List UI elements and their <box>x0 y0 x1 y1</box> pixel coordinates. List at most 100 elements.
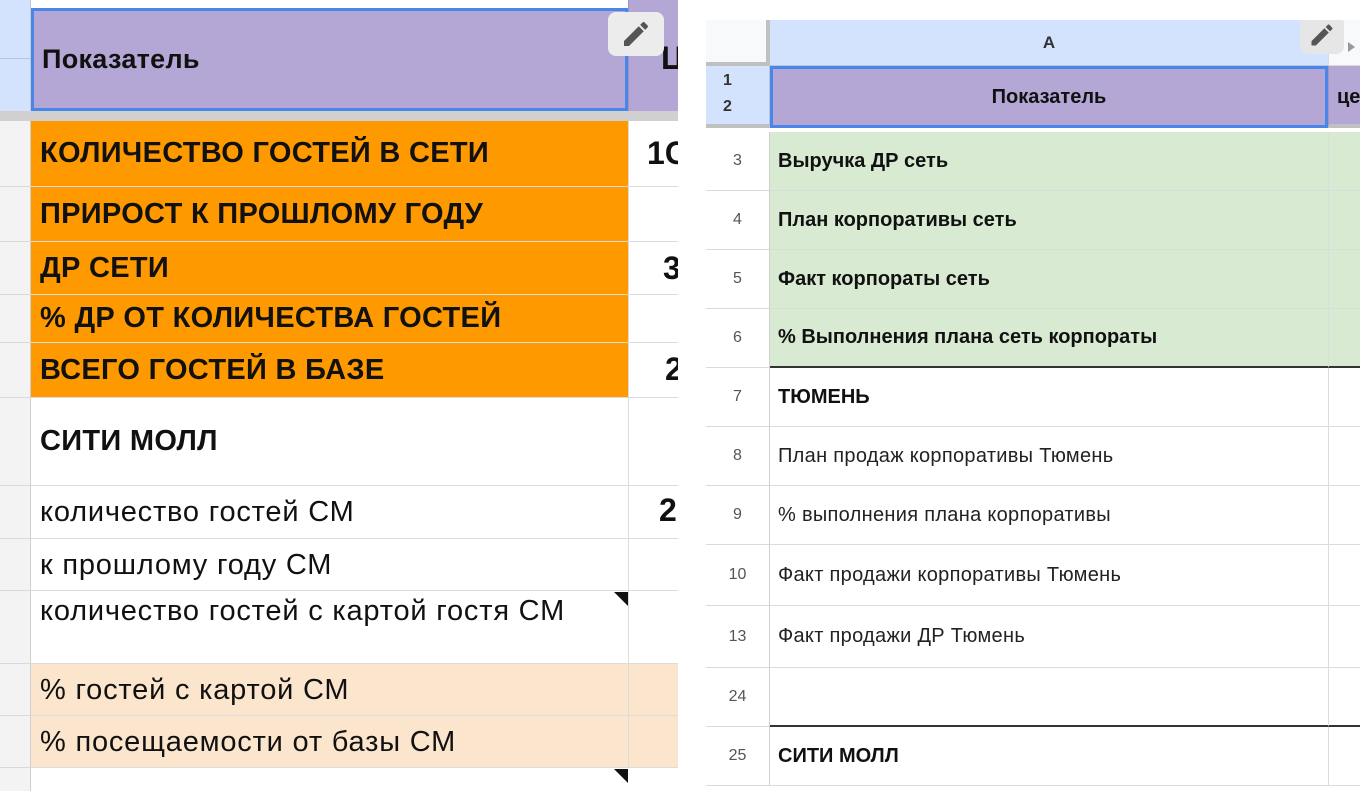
row-label: СИТИ МОЛЛ <box>778 744 899 767</box>
row-number: 2 <box>723 98 732 115</box>
note-indicator-icon[interactable] <box>614 592 628 606</box>
frozen-rows-divider[interactable] <box>0 111 678 121</box>
row-number: 24 <box>728 688 747 705</box>
next-column-cell[interactable] <box>628 664 678 716</box>
next-column-cell[interactable] <box>628 295 678 343</box>
next-column-cell[interactable] <box>1328 368 1360 427</box>
table-row[interactable]: ПРИРОСТ К ПРОШЛОМУ ГОДУ <box>31 187 628 242</box>
row-number-cell[interactable]: 5 <box>706 250 770 309</box>
row-label: % Выполнения плана сеть корпораты <box>778 326 1158 348</box>
table-row[interactable]: к прошлому году СМ <box>31 539 628 591</box>
row-header[interactable] <box>0 295 31 343</box>
table-row[interactable]: ДР СЕТИ <box>31 242 628 295</box>
next-column-cell[interactable] <box>628 591 678 664</box>
table-row[interactable]: % посещаемости от базы СМ <box>31 716 628 768</box>
row-header[interactable] <box>0 768 31 791</box>
note-indicator-icon[interactable] <box>614 769 628 783</box>
next-column-cell[interactable]: 2 <box>628 343 678 398</box>
header-cell-indicator[interactable]: Показатель <box>31 8 628 111</box>
next-column-header-partial: це <box>1337 86 1360 108</box>
table-row[interactable]: Факт продажи корпоративы Тюмень <box>770 545 1328 606</box>
row-label: ТЮМЕНЬ <box>778 385 870 408</box>
table-row[interactable]: Факт корпораты сеть <box>770 250 1328 309</box>
column-letter: A <box>1042 32 1056 52</box>
row-number-cell[interactable]: 10 <box>706 545 770 606</box>
row-header[interactable] <box>0 716 31 768</box>
edit-button[interactable] <box>1300 20 1344 54</box>
row-label: КОЛИЧЕСТВО ГОСТЕЙ В СЕТИ <box>40 137 490 169</box>
row-label: Факт продажи корпоративы Тюмень <box>778 563 1122 586</box>
next-column-cell[interactable] <box>1328 132 1360 191</box>
table-row[interactable]: % гостей с картой СМ <box>31 664 628 716</box>
row-header[interactable] <box>0 121 31 187</box>
next-column-cell[interactable]: 1С <box>628 121 678 187</box>
table-row[interactable]: % Выполнения плана сеть корпораты <box>770 309 1328 368</box>
next-column-cell[interactable] <box>628 716 678 768</box>
table-row[interactable]: План корпоративы сеть <box>770 191 1328 250</box>
row-number: 9 <box>733 506 742 523</box>
row-label: ВСЕГО ГОСТЕЙ В БАЗЕ <box>40 353 385 386</box>
cell-value-partial: 1С <box>647 135 678 171</box>
row-number-cell[interactable]: 8 <box>706 427 770 486</box>
table-row[interactable]: Выручка ДР сеть <box>770 132 1328 191</box>
table-row[interactable]: СИТИ МОЛЛ <box>770 727 1328 786</box>
next-column-cell[interactable] <box>1328 250 1360 309</box>
row-header[interactable] <box>0 343 31 398</box>
row-number: 10 <box>728 566 747 583</box>
row-number-cell[interactable]: 3 <box>706 132 770 191</box>
next-column-cell[interactable] <box>1328 545 1360 606</box>
next-column-cell[interactable] <box>628 539 678 591</box>
header-cell-indicator[interactable]: Показатель <box>770 66 1328 128</box>
row-header-selected[interactable] <box>0 0 31 120</box>
header-next-column[interactable]: це <box>1328 66 1360 128</box>
row-header[interactable] <box>0 398 31 486</box>
table-row[interactable]: ВСЕГО ГОСТЕЙ В БАЗЕ <box>31 343 628 398</box>
next-column-cell[interactable] <box>628 187 678 242</box>
edit-button[interactable] <box>608 12 664 56</box>
table-row-partial[interactable] <box>31 768 628 791</box>
row-number-cell[interactable]: 6 <box>706 309 770 368</box>
row-header[interactable] <box>0 591 31 664</box>
row-header-selected[interactable]: 1 2 <box>706 66 770 128</box>
left-sheet-panel: Показатель Ц КОЛИЧЕСТВО ГОСТЕЙ В СЕТИ 1С… <box>0 0 678 791</box>
table-row[interactable]: СИТИ МОЛЛ <box>31 398 628 486</box>
next-column-cell[interactable] <box>1328 668 1360 727</box>
row-header[interactable] <box>0 486 31 539</box>
next-column-cell[interactable] <box>1328 486 1360 545</box>
row-number: 25 <box>728 747 747 764</box>
next-column-cell[interactable]: 2 <box>628 486 678 539</box>
row-number-cell[interactable]: 25 <box>706 727 770 786</box>
next-column-cell[interactable] <box>1328 727 1360 786</box>
table-row[interactable]: количество гостей с картой гостя СМ <box>31 591 628 664</box>
table-row[interactable] <box>770 668 1328 727</box>
row-number-cell[interactable]: 4 <box>706 191 770 250</box>
table-row[interactable]: % выполнения плана корпоративы <box>770 486 1328 545</box>
next-column-cell[interactable] <box>628 398 678 486</box>
row-number-cell[interactable]: 9 <box>706 486 770 545</box>
row-header[interactable] <box>0 187 31 242</box>
table-row[interactable]: КОЛИЧЕСТВО ГОСТЕЙ В СЕТИ <box>31 121 628 187</box>
table-row[interactable]: % ДР ОТ КОЛИЧЕСТВА ГОСТЕЙ <box>31 295 628 343</box>
row-header[interactable] <box>0 242 31 295</box>
row-header[interactable] <box>0 664 31 716</box>
row-label: Факт продажи ДР Тюмень <box>778 625 1026 647</box>
next-column-cell[interactable] <box>1328 606 1360 668</box>
next-column-cell[interactable] <box>1328 427 1360 486</box>
table-row[interactable]: количество гостей СМ <box>31 486 628 539</box>
table-row[interactable]: Факт продажи ДР Тюмень <box>770 606 1328 668</box>
row-header[interactable] <box>0 539 31 591</box>
next-column-cell[interactable] <box>1328 191 1360 250</box>
row-number-cell[interactable]: 13 <box>706 606 770 668</box>
row-number-cell[interactable]: 7 <box>706 368 770 427</box>
row-number-cell[interactable]: 24 <box>706 668 770 727</box>
chevron-right-icon[interactable] <box>1348 42 1355 52</box>
row-label: к прошлому году СМ <box>40 548 333 581</box>
next-column-cell[interactable]: 3 <box>628 242 678 295</box>
header-cell-label: Показатель <box>42 44 200 74</box>
select-all-corner[interactable] <box>706 20 770 66</box>
table-row[interactable]: План продаж корпоративы Тюмень <box>770 427 1328 486</box>
panel-gap <box>678 0 706 791</box>
table-row[interactable]: ТЮМЕНЬ <box>770 368 1328 427</box>
column-header-a[interactable]: A <box>770 20 1328 66</box>
next-column-cell[interactable] <box>1328 309 1360 368</box>
